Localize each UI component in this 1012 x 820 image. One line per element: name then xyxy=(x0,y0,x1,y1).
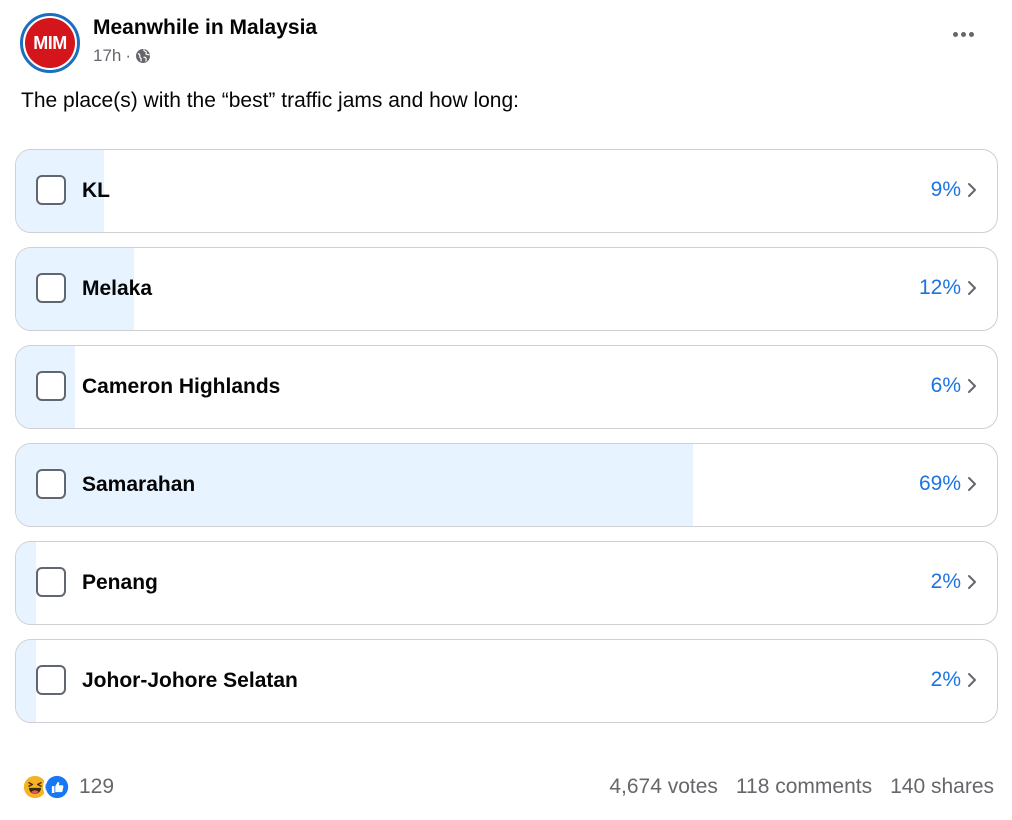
poll-option-percent: 2% xyxy=(930,570,961,593)
poll-option[interactable]: Melaka 12% xyxy=(15,247,998,331)
poll-checkbox[interactable] xyxy=(36,567,66,597)
more-options-icon xyxy=(953,32,958,37)
poll: KL 9% Melaka 12% Cameron Highlands 6% Sa… xyxy=(15,149,998,737)
poll-option[interactable]: Johor-Johore Selatan 2% xyxy=(15,639,998,723)
post-footer: 129 4,674 votes 118 comments 140 shares xyxy=(21,770,994,804)
chevron-right-icon xyxy=(968,183,976,197)
chevron-right-icon xyxy=(968,477,976,491)
poll-checkbox[interactable] xyxy=(36,175,66,205)
shares-count[interactable]: 140 shares xyxy=(890,775,994,799)
poll-option-result[interactable]: 6% xyxy=(931,374,977,398)
poll-option[interactable]: Penang 2% xyxy=(15,541,998,625)
comments-count[interactable]: 118 comments xyxy=(736,775,872,799)
poll-checkbox[interactable] xyxy=(36,371,66,401)
more-options-icon-dot xyxy=(969,32,974,37)
reaction-icons xyxy=(21,773,71,801)
poll-option-label: Johor-Johore Selatan xyxy=(82,669,298,692)
poll-option-fill xyxy=(16,542,36,624)
poll-option-result[interactable]: 12% xyxy=(919,276,977,300)
more-options-button[interactable] xyxy=(947,26,980,43)
poll-option-label: Melaka xyxy=(82,277,153,300)
meta-separator: · xyxy=(125,46,132,65)
poll-checkbox[interactable] xyxy=(36,665,66,695)
poll-option-result[interactable]: 2% xyxy=(931,668,977,692)
poll-option-percent: 9% xyxy=(930,178,961,201)
poll-option-result[interactable]: 69% xyxy=(919,472,977,496)
avatar-text: MIM xyxy=(33,33,67,53)
reaction-count: 129 xyxy=(79,775,115,798)
poll-checkbox[interactable] xyxy=(36,273,66,303)
chevron-right-icon xyxy=(968,281,976,295)
post-time[interactable]: 17h xyxy=(93,46,121,66)
poll-option-fill xyxy=(16,640,36,722)
poll-checkbox[interactable] xyxy=(36,469,66,499)
votes-count[interactable]: 4,674 votes xyxy=(609,775,718,799)
poll-option-label: KL xyxy=(82,179,110,202)
poll-option-label: Penang xyxy=(82,571,158,594)
chevron-right-icon xyxy=(968,673,976,687)
post-meta: 17h · xyxy=(93,46,151,66)
avatar-logo: MIM xyxy=(25,18,75,68)
poll-question: The place(s) with the “best” traffic jam… xyxy=(21,89,520,112)
more-options-icon-dot xyxy=(961,32,966,37)
like-reaction-icon xyxy=(43,773,71,801)
poll-option[interactable]: KL 9% xyxy=(15,149,998,233)
poll-option-result[interactable]: 9% xyxy=(931,178,977,202)
globe-icon xyxy=(136,49,151,63)
post-stats: 4,674 votes 118 comments 140 shares xyxy=(609,775,994,799)
poll-option-percent: 12% xyxy=(918,276,961,299)
poll-option-label: Cameron Highlands xyxy=(82,375,281,398)
page-name[interactable]: Meanwhile in Malaysia xyxy=(93,16,317,40)
reactions-summary[interactable]: 129 xyxy=(21,773,114,801)
poll-option[interactable]: Samarahan 69% xyxy=(15,443,998,527)
poll-option-percent: 6% xyxy=(930,374,961,397)
chevron-right-icon xyxy=(968,379,976,393)
poll-option-result[interactable]: 2% xyxy=(931,570,977,594)
poll-option-percent: 69% xyxy=(918,472,961,495)
avatar[interactable]: MIM xyxy=(20,13,80,73)
chevron-right-icon xyxy=(968,575,976,589)
poll-option-percent: 2% xyxy=(930,668,961,691)
poll-option-label: Samarahan xyxy=(82,473,196,496)
poll-option[interactable]: Cameron Highlands 6% xyxy=(15,345,998,429)
